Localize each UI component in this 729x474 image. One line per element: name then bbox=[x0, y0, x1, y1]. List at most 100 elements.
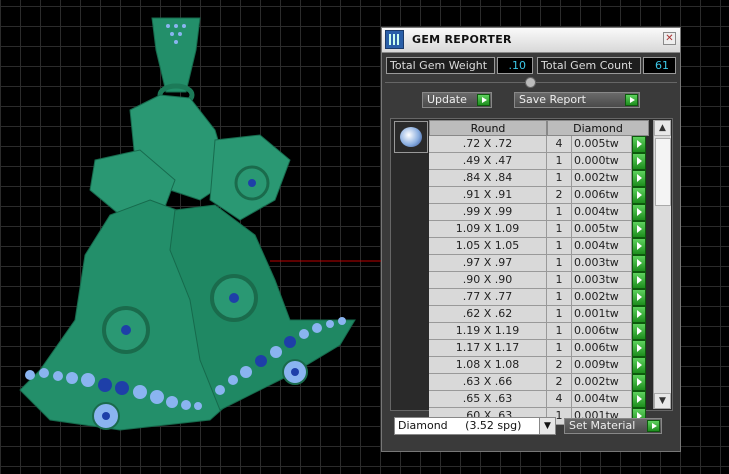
gem-size-cell: 1.17 X 1.17 bbox=[429, 340, 547, 357]
vertical-scrollbar[interactable]: ▲ ▼ bbox=[653, 120, 671, 409]
gem-count-cell: 2 bbox=[547, 357, 572, 374]
row-select-arrow-icon[interactable] bbox=[632, 289, 646, 306]
gem-weight-cell: 0.005tw bbox=[572, 221, 632, 238]
row-select-arrow-icon[interactable] bbox=[632, 204, 646, 221]
save-report-button[interactable]: Save Report bbox=[514, 92, 640, 108]
table-row[interactable]: .62 X .62 1 0.001tw bbox=[429, 306, 649, 323]
gem-count-cell: 1 bbox=[547, 340, 572, 357]
row-select-arrow-icon[interactable] bbox=[632, 255, 646, 272]
row-select-arrow-icon[interactable] bbox=[632, 340, 646, 357]
table-row[interactable]: .72 X .72 4 0.005tw bbox=[429, 136, 649, 153]
gem-size-cell: 1.09 X 1.09 bbox=[429, 221, 547, 238]
gem-size-cell: .97 X .97 bbox=[429, 255, 547, 272]
table-row[interactable]: .65 X .63 4 0.004tw bbox=[429, 391, 649, 408]
row-select-arrow-icon[interactable] bbox=[632, 153, 646, 170]
gem-weight-cell: 0.006tw bbox=[572, 323, 632, 340]
gem-size-cell: .91 X .91 bbox=[429, 187, 547, 204]
total-gem-weight-label: Total Gem Weight bbox=[386, 57, 495, 74]
gem-count-cell: 1 bbox=[547, 272, 572, 289]
gem-weight-cell: 0.009tw bbox=[572, 357, 632, 374]
total-gem-count-label: Total Gem Count bbox=[537, 57, 641, 74]
scroll-thumb[interactable] bbox=[655, 138, 671, 206]
gem-count-cell: 4 bbox=[547, 136, 572, 153]
table-row[interactable]: 1.09 X 1.09 1 0.005tw bbox=[429, 221, 649, 238]
table-row[interactable]: .63 X .66 2 0.002tw bbox=[429, 374, 649, 391]
gem-weight-cell: 0.006tw bbox=[572, 340, 632, 357]
gem-size-cell: .90 X .90 bbox=[429, 272, 547, 289]
scroll-up-arrow-icon[interactable]: ▲ bbox=[654, 120, 671, 136]
row-select-arrow-icon[interactable] bbox=[632, 221, 646, 238]
scroll-down-arrow-icon[interactable]: ▼ bbox=[654, 393, 671, 409]
table-row[interactable]: 1.17 X 1.17 1 0.006tw bbox=[429, 340, 649, 357]
gem-count-cell: 1 bbox=[547, 204, 572, 221]
table-row[interactable]: .77 X .77 1 0.002tw bbox=[429, 289, 649, 306]
column-header-material[interactable]: Diamond bbox=[547, 120, 649, 136]
gem-weight-cell: 0.004tw bbox=[572, 204, 632, 221]
close-button[interactable]: ✕ bbox=[663, 32, 676, 45]
gem-count-cell: 2 bbox=[547, 374, 572, 391]
row-select-arrow-icon[interactable] bbox=[632, 238, 646, 255]
table-row[interactable]: 1.08 X 1.08 2 0.009tw bbox=[429, 357, 649, 374]
gem-reporter-panel: GEM REPORTER ✕ Total Gem Weight .10 Tota… bbox=[381, 27, 681, 452]
panel-titlebar[interactable]: GEM REPORTER ✕ bbox=[382, 28, 680, 53]
set-material-button[interactable]: Set Material bbox=[564, 418, 662, 434]
gem-weight-cell: 0.006tw bbox=[572, 187, 632, 204]
gem-weight-cell: 0.001tw bbox=[572, 306, 632, 323]
round-gem-icon[interactable] bbox=[394, 121, 428, 153]
gem-size-cell: .72 X .72 bbox=[429, 136, 547, 153]
update-button-label: Update bbox=[427, 93, 467, 106]
row-select-arrow-icon[interactable] bbox=[632, 391, 646, 408]
total-gem-count-value: 61 bbox=[643, 57, 676, 74]
gem-reporter-app-icon bbox=[385, 30, 404, 49]
chevron-down-icon: ▼ bbox=[539, 418, 555, 434]
gem-count-cell: 1 bbox=[547, 289, 572, 306]
update-button[interactable]: Update bbox=[422, 92, 492, 108]
row-select-arrow-icon[interactable] bbox=[632, 272, 646, 289]
gem-size-cell: 1.08 X 1.08 bbox=[429, 357, 547, 374]
save-report-button-label: Save Report bbox=[519, 93, 586, 106]
column-header-shape[interactable]: Round bbox=[429, 120, 547, 136]
row-select-arrow-icon[interactable] bbox=[632, 323, 646, 340]
gem-count-cell: 1 bbox=[547, 221, 572, 238]
gem-size-cell: .62 X .62 bbox=[429, 306, 547, 323]
gem-size-cell: 1.05 X 1.05 bbox=[429, 238, 547, 255]
table-row[interactable]: 1.19 X 1.19 1 0.006tw bbox=[429, 323, 649, 340]
gem-weight-cell: 0.002tw bbox=[572, 374, 632, 391]
gem-weight-cell: 0.002tw bbox=[572, 170, 632, 187]
gem-count-cell: 1 bbox=[547, 323, 572, 340]
gem-count-cell: 1 bbox=[547, 306, 572, 323]
table-row[interactable]: .49 X .47 1 0.000tw bbox=[429, 153, 649, 170]
gem-table: Round Diamond .72 X .72 4 0.005tw .49 X .47… bbox=[390, 118, 673, 425]
play-arrow-icon bbox=[647, 420, 660, 432]
gem-size-cell: .99 X .99 bbox=[429, 204, 547, 221]
table-row[interactable]: .91 X .91 2 0.006tw bbox=[429, 187, 649, 204]
row-select-arrow-icon[interactable] bbox=[632, 374, 646, 391]
row-select-arrow-icon[interactable] bbox=[632, 187, 646, 204]
row-select-arrow-icon[interactable] bbox=[632, 357, 646, 374]
row-select-arrow-icon[interactable] bbox=[632, 306, 646, 323]
row-select-arrow-icon[interactable] bbox=[632, 170, 646, 187]
gem-weight-cell: 0.005tw bbox=[572, 136, 632, 153]
gem-size-cell: 1.19 X 1.19 bbox=[429, 323, 547, 340]
gem-count-cell: 4 bbox=[547, 391, 572, 408]
play-arrow-icon bbox=[625, 94, 638, 106]
gem-count-cell: 2 bbox=[547, 187, 572, 204]
gem-size-cell: .84 X .84 bbox=[429, 170, 547, 187]
table-row[interactable]: .97 X .97 1 0.003tw bbox=[429, 255, 649, 272]
table-row[interactable]: .99 X .99 1 0.004tw bbox=[429, 204, 649, 221]
row-select-arrow-icon[interactable] bbox=[632, 136, 646, 153]
gem-weight-cell: 0.004tw bbox=[572, 238, 632, 255]
table-row[interactable]: .84 X .84 1 0.002tw bbox=[429, 170, 649, 187]
table-row[interactable]: .90 X .90 1 0.003tw bbox=[429, 272, 649, 289]
set-material-button-label: Set Material bbox=[569, 419, 636, 432]
gem-weight-cell: 0.003tw bbox=[572, 272, 632, 289]
gem-weight-cell: 0.002tw bbox=[572, 289, 632, 306]
material-dropdown-value: Diamond (3.52 spg) bbox=[398, 419, 522, 432]
table-row[interactable]: 1.05 X 1.05 1 0.004tw bbox=[429, 238, 649, 255]
gem-size-cell: .63 X .66 bbox=[429, 374, 547, 391]
gem-weight-cell: 0.000tw bbox=[572, 153, 632, 170]
gem-count-cell: 1 bbox=[547, 255, 572, 272]
divider-handle[interactable] bbox=[525, 77, 536, 88]
total-gem-weight-value: .10 bbox=[497, 57, 533, 74]
material-dropdown[interactable]: Diamond (3.52 spg) ▼ bbox=[394, 417, 556, 435]
